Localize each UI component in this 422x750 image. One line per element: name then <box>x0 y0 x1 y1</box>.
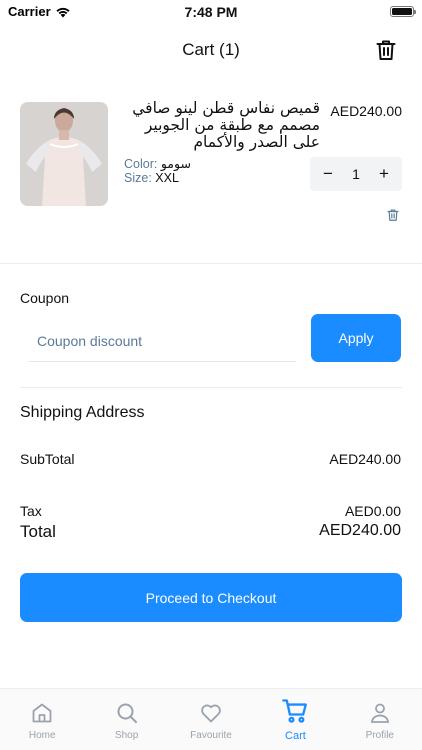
total-label: Total <box>20 522 56 541</box>
cart-icon <box>282 699 308 723</box>
checkout-button[interactable]: Proceed to Checkout <box>20 573 402 622</box>
tab-label: Home <box>28 730 56 741</box>
increase-quantity-button[interactable]: + <box>376 165 392 182</box>
tab-cart[interactable]: Cart <box>253 689 337 750</box>
quantity-value: 1 <box>352 166 360 182</box>
size-label: Size: <box>124 171 152 185</box>
subtotal-label: SubTotal <box>20 451 75 467</box>
nav-bar: Cart (1) <box>0 28 422 72</box>
color-attribute: Color: سومو <box>124 157 191 171</box>
section-divider <box>0 263 422 264</box>
size-value: XXL <box>155 171 179 185</box>
color-value: سومو <box>160 157 191 171</box>
page-title: Cart (1) <box>182 40 240 59</box>
battery-icon <box>390 6 416 17</box>
tab-profile[interactable]: Profile <box>338 689 422 750</box>
tab-home[interactable]: Home <box>0 689 84 750</box>
size-attribute: Size: XXL <box>124 171 179 185</box>
tab-shop[interactable]: Shop <box>84 689 168 750</box>
tab-bar: Home Shop Favourite Cart Profile <box>0 688 422 750</box>
status-bar: Carrier 7:48 PM <box>0 0 422 24</box>
profile-icon <box>370 703 389 723</box>
apply-coupon-button[interactable]: Apply <box>311 314 401 362</box>
tab-label: Favourite <box>190 730 232 741</box>
trash-icon <box>376 40 396 60</box>
shipping-address-title[interactable]: Shipping Address <box>20 404 145 422</box>
coupon-label: Coupon <box>20 290 70 306</box>
status-time: 7:48 PM <box>184 4 238 20</box>
tax-label: Tax <box>20 503 42 519</box>
product-price: AED240.00 <box>330 103 402 119</box>
coupon-input[interactable] <box>28 320 296 362</box>
tab-label: Shop <box>114 730 139 741</box>
decrease-quantity-button[interactable]: − <box>320 165 336 182</box>
quantity-stepper: − 1 + <box>310 157 402 191</box>
trash-icon <box>387 209 399 221</box>
battery-fill <box>392 8 412 15</box>
tax-value: AED0.00 <box>344 503 401 519</box>
clear-cart-button[interactable] <box>374 38 398 62</box>
section-divider <box>20 387 402 388</box>
tab-favourite[interactable]: Favourite <box>169 689 253 750</box>
home-icon <box>32 703 52 723</box>
tab-label: Cart <box>285 730 306 742</box>
cart-item: قميص نفاس قطن لينو صافي مصمم مع طبقة من … <box>20 100 402 222</box>
heart-icon <box>201 704 221 723</box>
tab-label: Profile <box>365 730 394 741</box>
remove-item-button[interactable] <box>386 208 400 222</box>
product-image[interactable] <box>20 102 108 206</box>
total-value: AED240.00 <box>319 522 401 539</box>
search-icon <box>117 703 137 723</box>
product-name[interactable]: قميص نفاس قطن لينو صافي مصمم مع طبقة من … <box>124 100 320 151</box>
color-label: Color: <box>124 157 158 171</box>
product-photo <box>20 102 108 206</box>
subtotal-value: AED240.00 <box>329 451 401 467</box>
